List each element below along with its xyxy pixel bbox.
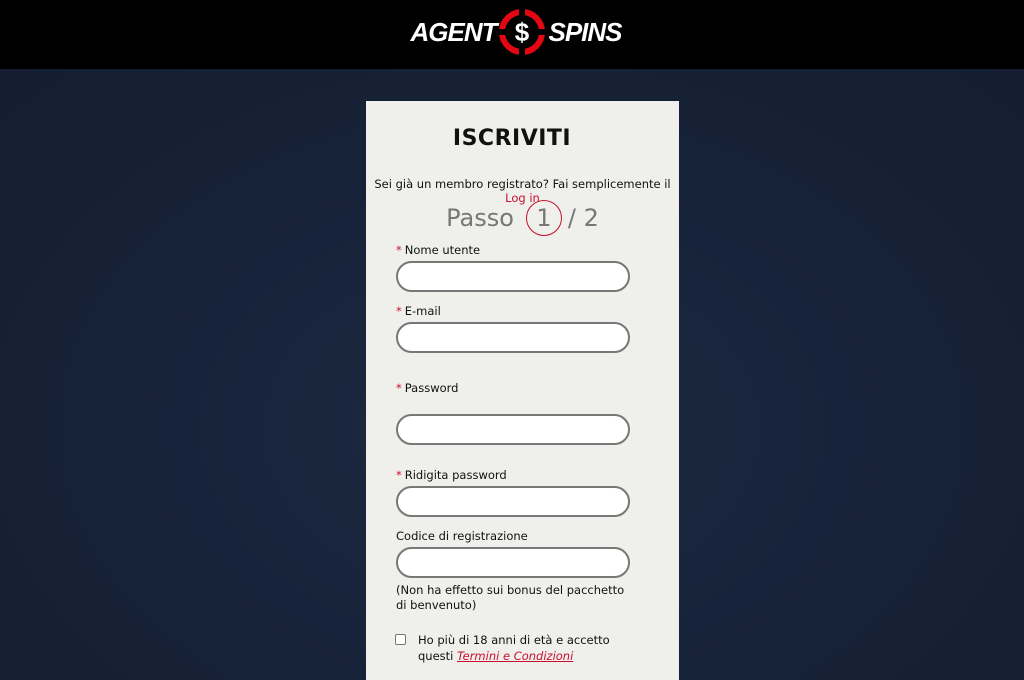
password-label-text: Password <box>404 381 459 395</box>
confirm-password-input[interactable] <box>396 486 630 517</box>
logo-text-right: SPINS <box>548 16 622 47</box>
step-indicator: Passo 1 / 2 <box>366 200 679 236</box>
step-label: Passo <box>446 204 514 232</box>
registration-code-note: (Non ha effetto sui bonus del pacchetto … <box>396 583 625 612</box>
svg-text:$: $ <box>515 17 530 47</box>
age-terms-checkbox[interactable] <box>395 634 406 645</box>
email-label-text: E-mail <box>404 304 441 318</box>
required-marker: * <box>396 381 402 395</box>
password-label: * Password <box>396 381 458 395</box>
terms-link[interactable]: Termini e Condizioni <box>457 649 573 663</box>
top-header: AGENT $ SPINS <box>0 0 1024 69</box>
required-marker: * <box>396 304 402 318</box>
terms-text: Ho più di 18 anni di età e accetto quest… <box>418 632 638 664</box>
registration-code-input[interactable] <box>396 547 630 578</box>
dollar-crosshair-icon: $ <box>498 8 547 56</box>
step-current: 1 <box>525 200 562 236</box>
brand-logo[interactable]: AGENT $ SPINS <box>410 8 623 56</box>
username-input[interactable] <box>396 261 630 292</box>
logo-text-left: AGENT <box>410 16 497 47</box>
email-input[interactable] <box>396 322 630 353</box>
step-total: / 2 <box>567 204 599 232</box>
page-title: ISCRIVITI <box>452 126 572 151</box>
registration-code-label: Codice di registrazione <box>396 529 528 543</box>
username-label: * Nome utente <box>396 243 480 257</box>
username-label-text: Nome utente <box>404 243 481 257</box>
password-input[interactable] <box>396 414 630 445</box>
confirm-password-label: * Ridigita password <box>396 468 507 482</box>
email-label: * E-mail <box>396 304 441 318</box>
already-member-label: Sei già un membro registrato? Fai sempli… <box>374 177 671 191</box>
required-marker: * <box>396 468 402 482</box>
confirm-password-label-text: Ridigita password <box>404 468 507 482</box>
required-marker: * <box>396 243 402 257</box>
